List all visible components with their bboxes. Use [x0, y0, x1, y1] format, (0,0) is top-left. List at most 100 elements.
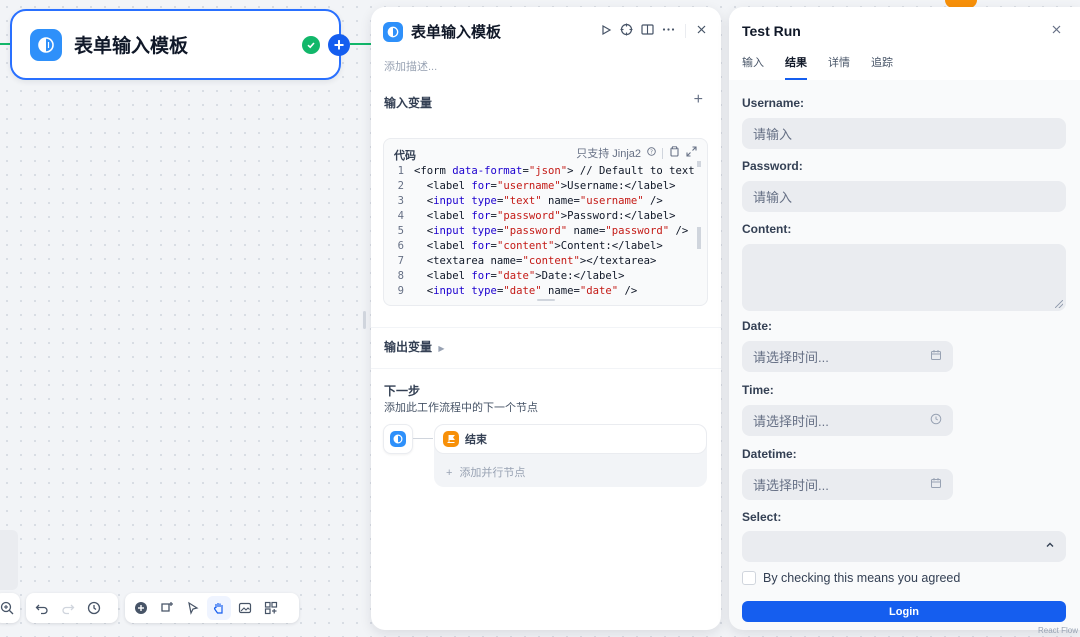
next-step-description: 添加此工作流程中的下一个节点: [384, 402, 538, 414]
tab-0[interactable]: 输入: [742, 54, 764, 80]
test-run-tabs: 输入 结果 详情 追踪: [742, 54, 893, 80]
username-input[interactable]: 请输入: [742, 118, 1066, 149]
line-number: 1: [397, 165, 404, 177]
calendar-icon: [930, 349, 942, 364]
code-text: <label for="username">Username:</label>: [414, 180, 676, 192]
date-picker[interactable]: 请选择时间...: [742, 341, 953, 372]
code-resize-handle[interactable]: [537, 299, 555, 301]
code-line: 3 <input type="text" name="username" />: [384, 194, 694, 209]
copy-icon[interactable]: [669, 146, 680, 160]
line-number: 3: [397, 195, 404, 207]
date-label: Date:: [742, 319, 773, 333]
current-node-mini: [383, 424, 413, 454]
line-number: 8: [397, 270, 404, 282]
tab-3[interactable]: 追踪: [871, 54, 893, 80]
node-config-panel: 表单输入模板 添加描述... 输入变量 + 代码 只支持 Jinja2 ? 1 …: [371, 7, 721, 630]
zoom-icon[interactable]: [0, 596, 16, 620]
calendar-icon: [930, 477, 942, 492]
code-line: 2 <label for="username">Username:</label…: [384, 179, 694, 194]
code-text: <label for="date">Date:</label>: [414, 270, 625, 282]
end-node-item[interactable]: 结束: [434, 424, 707, 454]
code-text: <input type="text" name="username" />: [414, 195, 663, 207]
datetime-label: Datetime:: [742, 447, 797, 461]
textarea-resize-icon[interactable]: [1055, 300, 1063, 308]
output-vars-label[interactable]: 输出变量 ▶: [384, 338, 445, 355]
canvas-node-form-template[interactable]: 表单输入模板: [10, 9, 341, 80]
help-circle-icon: ?: [647, 147, 656, 159]
test-run-panel: Test Run 输入 结果 详情 追踪 Username: 请输入 Password…: [729, 7, 1080, 630]
pointer-icon[interactable]: [181, 596, 205, 620]
history-icon[interactable]: [82, 596, 106, 620]
time-placeholder: 请选择时间...: [753, 414, 829, 429]
success-check-icon: [302, 36, 320, 54]
input-vars-label: 输入变量: [384, 96, 433, 110]
tab-1[interactable]: 结果: [785, 54, 807, 80]
close-icon[interactable]: [696, 24, 707, 38]
datetime-placeholder: 请选择时间...: [753, 478, 829, 493]
more-icon[interactable]: [662, 23, 675, 39]
code-lines[interactable]: 1 <form data-format="json"> // Default to…: [384, 164, 694, 299]
select-dropdown[interactable]: [742, 531, 1066, 562]
test-run-title: Test Run: [742, 23, 801, 39]
book-icon[interactable]: [641, 23, 654, 39]
organize-blocks-icon[interactable]: [259, 596, 283, 620]
run-icon[interactable]: [600, 24, 612, 39]
undo-icon[interactable]: [30, 596, 54, 620]
svg-text:?: ?: [650, 150, 653, 156]
edge-right: [350, 43, 372, 45]
end-node-label: 结束: [465, 434, 487, 446]
username-label: Username:: [742, 96, 805, 110]
description-input[interactable]: 添加描述...: [384, 58, 437, 74]
hand-icon[interactable]: [207, 596, 231, 620]
canvas-tools-toolbar: [125, 593, 299, 623]
code-text: <form data-format="json"> // Default to …: [414, 165, 694, 177]
time-label: Time:: [742, 383, 774, 397]
caret-right-icon: ▶: [438, 344, 445, 353]
line-number: 2: [397, 180, 404, 192]
help-target-icon[interactable]: [620, 23, 633, 39]
password-label: Password:: [742, 159, 803, 173]
content-label: Content:: [742, 222, 792, 236]
add-parallel-node-button[interactable]: + 添加并行节点: [446, 464, 525, 480]
code-label: 代码: [394, 150, 416, 162]
code-editor[interactable]: 代码 只支持 Jinja2 ? 1 <form data-format="json…: [383, 138, 708, 306]
add-input-var-icon[interactable]: +: [694, 91, 703, 109]
form-node-icon: [30, 28, 62, 61]
react-flow-watermark[interactable]: React Flow: [1038, 626, 1078, 635]
actions-separator: [685, 24, 686, 38]
agree-row[interactable]: By checking this means you agreed: [742, 571, 960, 585]
panel-resize-handle[interactable]: [363, 311, 366, 329]
time-picker[interactable]: 请选择时间...: [742, 405, 953, 436]
line-number: 6: [397, 240, 404, 252]
username-placeholder: 请输入: [753, 127, 793, 142]
form-node-icon: [383, 21, 403, 42]
code-text: <textarea name="content"></textarea>: [414, 255, 657, 267]
login-button[interactable]: Login: [742, 601, 1066, 622]
add-next-node-button[interactable]: +: [328, 34, 350, 56]
export-image-icon[interactable]: [233, 596, 257, 620]
end-node-icon: [443, 431, 459, 447]
code-text: <input type="password" name="password" /…: [414, 225, 689, 237]
canvas-node-title: 表单输入模板: [74, 36, 189, 57]
password-input[interactable]: 请输入: [742, 181, 1066, 212]
plus-icon: +: [446, 467, 453, 479]
tab-2[interactable]: 详情: [828, 54, 850, 80]
datetime-picker[interactable]: 请选择时间...: [742, 469, 953, 500]
close-icon[interactable]: [1051, 22, 1062, 39]
content-textarea[interactable]: [742, 244, 1066, 311]
code-text: <label for="password">Password:</label>: [414, 210, 676, 222]
redo-icon[interactable]: [56, 596, 80, 620]
password-placeholder: 请输入: [753, 190, 793, 205]
add-node-icon[interactable]: [129, 596, 153, 620]
code-scrollbar[interactable]: [697, 161, 701, 291]
panel-title[interactable]: 表单输入模板: [411, 21, 501, 42]
code-line: 9 <input type="date" name="date" />: [384, 284, 694, 299]
line-number: 4: [397, 210, 404, 222]
add-note-icon[interactable]: [155, 596, 179, 620]
agree-checkbox[interactable]: [742, 571, 756, 585]
expand-icon[interactable]: [686, 146, 697, 160]
code-text: <input type="date" name="date" />: [414, 285, 638, 297]
zoom-toolbar: [0, 593, 20, 623]
form-node-icon: [390, 431, 406, 447]
clock-icon: [930, 413, 942, 428]
